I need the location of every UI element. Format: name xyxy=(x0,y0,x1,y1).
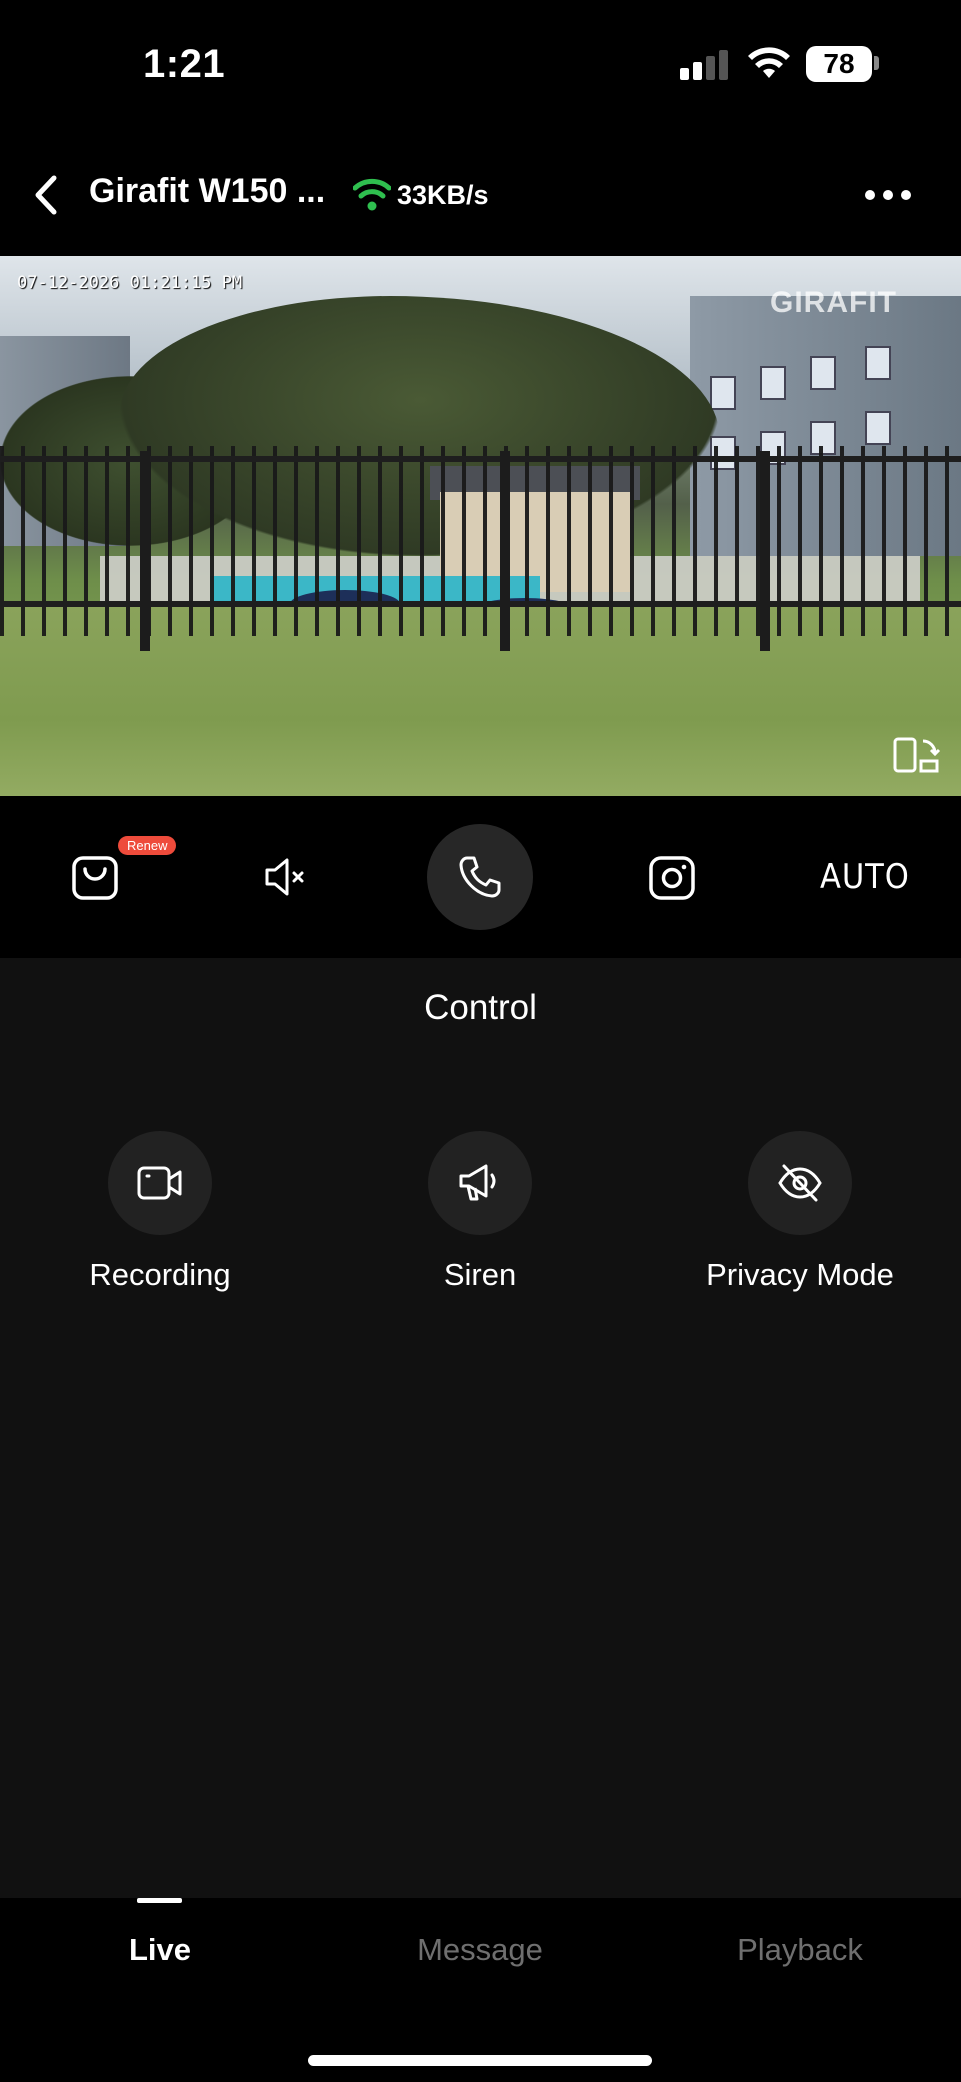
tab-playback[interactable]: Playback xyxy=(640,1898,960,2008)
tab-message[interactable]: Message xyxy=(320,1898,640,2008)
mute-icon xyxy=(265,858,304,896)
tab-message-label: Message xyxy=(417,1932,543,1967)
camera-icon xyxy=(649,856,695,900)
siren-button[interactable]: Siren xyxy=(360,1131,600,1293)
privacy-mode-label: Privacy Mode xyxy=(706,1257,894,1292)
tab-playback-label: Playback xyxy=(737,1932,863,1967)
back-icon[interactable] xyxy=(30,172,64,218)
battery-cap xyxy=(874,56,879,70)
bottom-tab-bar: Live Message Playback xyxy=(0,1898,961,2082)
connection-wifi-icon xyxy=(353,178,391,211)
fullscreen-rotate-icon[interactable] xyxy=(893,735,941,775)
home-indicator xyxy=(308,2055,652,2066)
video-fence-post xyxy=(140,451,150,651)
video-fence-post xyxy=(760,451,770,651)
tab-live-label: Live xyxy=(128,1932,192,1967)
talk-button-circle xyxy=(427,824,533,930)
wifi-icon xyxy=(748,47,790,78)
control-title: Control xyxy=(424,988,537,1027)
recording-button[interactable]: Recording xyxy=(40,1131,280,1293)
privacy-mode-circle xyxy=(748,1131,852,1235)
tab-live[interactable]: Live xyxy=(0,1898,320,2008)
quality-label: AUTO xyxy=(820,857,910,897)
siren-circle xyxy=(428,1131,532,1235)
battery-level: 78 xyxy=(806,46,872,82)
status-bar: 1:21 78 xyxy=(0,0,961,130)
eye-off-icon xyxy=(778,1164,822,1202)
more-options-icon[interactable] xyxy=(862,180,914,210)
control-panel: Control Recording Siren Privacy Mode xyxy=(0,958,961,1898)
recording-circle xyxy=(108,1131,212,1235)
mute-button[interactable] xyxy=(226,796,346,958)
privacy-mode-button[interactable]: Privacy Mode xyxy=(680,1131,920,1293)
video-toolbar: Renew AUTO xyxy=(0,796,961,958)
recording-label: Recording xyxy=(89,1257,231,1292)
video-timestamp: 07-12-2026 01:21:15 PM xyxy=(17,273,243,293)
cellular-signal-icon xyxy=(680,50,732,80)
quality-button[interactable]: AUTO xyxy=(805,796,925,958)
phone-icon xyxy=(459,856,501,898)
status-time: 1:21 xyxy=(143,42,226,86)
cloud-bag-icon xyxy=(72,856,118,900)
renew-badge: Renew xyxy=(118,836,177,855)
snapshot-button[interactable] xyxy=(612,796,732,958)
talk-button[interactable] xyxy=(420,796,540,958)
siren-label: Siren xyxy=(443,1257,517,1292)
video-camera-icon xyxy=(137,1166,182,1200)
camera-watermark-logo: GIRAFIT xyxy=(770,286,897,319)
video-fence-post xyxy=(500,451,510,651)
header: Girafit W150 ... 33KB/s xyxy=(0,150,961,240)
device-title: Girafit W150 ... xyxy=(89,172,326,210)
live-video-feed[interactable]: 07-12-2026 01:21:15 PM GIRAFIT xyxy=(0,256,961,796)
connection-speed: 33KB/s xyxy=(397,180,489,210)
megaphone-icon xyxy=(459,1164,496,1201)
cloud-storage-button[interactable] xyxy=(35,796,155,958)
